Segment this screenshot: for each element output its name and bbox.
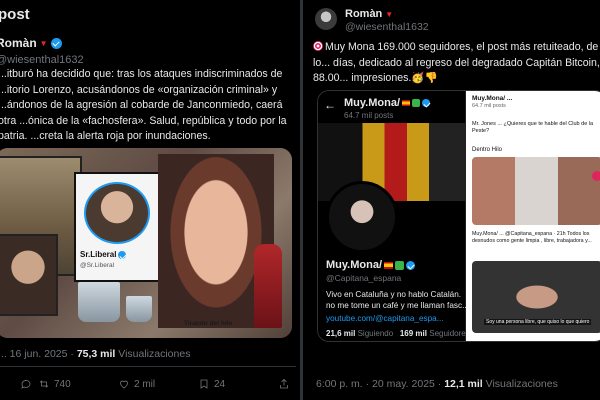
left-post: post Romàn ▼ @wiesenthal1632 ...itburó h… (0, 0, 300, 400)
heart-icon (592, 171, 600, 181)
profile-avatar (326, 181, 398, 253)
portrait-thumbnail (0, 234, 58, 316)
bookmark-icon (200, 379, 208, 389)
profile-screenshot: ← Muy.Mona/ 64.7 mil posts Muy.Mona/ @Ca… (318, 91, 470, 341)
post-image[interactable]: ← Muy.Mona/ 64.7 mil posts Muy.Mona/ @Ca… (317, 90, 600, 342)
profile-card: Sr.Liberal @Sr.Liberal (74, 172, 160, 282)
author-name[interactable]: Romàn (345, 8, 382, 20)
views-count: 75,3 mil (76, 348, 116, 360)
profile-name: Muy.Mona/ (326, 259, 383, 271)
divider (0, 366, 296, 367)
verified-badge-icon (118, 250, 127, 259)
post-text: ...itburó ha decidido que: tras los ataq… (0, 68, 287, 143)
profile-header-name: Muy.Mona/ (344, 97, 401, 109)
heart-icon (120, 380, 128, 389)
profile-post-count: 64.7 mil posts (344, 111, 394, 120)
thread-header: Muy.Mona/ ... (472, 95, 513, 102)
profile-card-name: Sr.Liberal (80, 250, 117, 259)
verified-badge-icon (422, 99, 431, 107)
repost-icon (39, 380, 49, 388)
video-subtitle: Soy una persona libre, que quiso lo que … (484, 319, 592, 325)
profile-bio: Vivo en Cataluña y no hablo Catalán. no … (326, 290, 466, 310)
views-label: Visualizaciones (485, 378, 558, 390)
thread-subheader: 64.7 mil posts (472, 103, 506, 109)
thread-screenshot: Muy.Mona/ ... 64.7 mil posts Mr. Jones .… (466, 91, 600, 341)
profile-card-avatar (84, 182, 150, 244)
reply-button[interactable] (20, 378, 32, 390)
share-button[interactable] (278, 378, 290, 390)
like-button[interactable]: 2 mil (118, 378, 155, 390)
thread-reply: Muy.Mona/ ... @Capitana_espana · 21h Tod… (472, 231, 592, 244)
thread-label: Dentro Hilo (472, 147, 503, 153)
verified-badge-icon (50, 37, 62, 49)
reply-icon (21, 380, 31, 389)
author-handle[interactable]: @wiesenthal1632 (0, 54, 84, 66)
devil-figure-image (254, 244, 282, 328)
video-thumbnail (472, 157, 600, 225)
avatar[interactable] (315, 8, 337, 30)
page-title: post (0, 6, 30, 23)
thread-reply: Mr. Jones ... ¿Quieres que te hable del … (472, 121, 594, 134)
green-heart-icon (412, 99, 421, 107)
post-timestamp[interactable]: 6:00 p. m. · 20 may. 2025 · 12,1 mil Vis… (316, 378, 558, 390)
author-block[interactable]: Romàn ▼ @wiesenthal1632 (315, 8, 429, 33)
profile-stats: 21,6 mil Siguiendo 169 mil Seguidores (326, 329, 470, 338)
back-arrow-icon: ← (324, 98, 336, 112)
right-post: Romàn ▼ @wiesenthal1632 Muy Mona 169.000… (303, 0, 600, 400)
image-caption: Tirando del hilo (184, 320, 233, 327)
red-triangle-icon: ▼ (39, 38, 48, 48)
spain-flag-icon (384, 261, 394, 269)
repost-button[interactable]: 740 (38, 378, 71, 390)
verified-badge-icon (406, 260, 416, 270)
green-heart-icon (395, 260, 405, 270)
post-text: Muy Mona 169.000 seguidores, el post más… (313, 41, 600, 85)
author-block[interactable]: Romàn ▼ @wiesenthal1632 (0, 34, 84, 66)
profile-link: youtube.com/@capitana_espa... (326, 314, 444, 323)
views-label: Visualizaciones (118, 348, 191, 360)
profile-card-handle: @Sr.Liberal (80, 262, 115, 269)
bookmark-count: 24 (214, 378, 226, 390)
post-timestamp[interactable]: ... 16 jun. 2025 · 75,3 mil Visualizacio… (0, 348, 190, 360)
spain-flag-icon (402, 100, 411, 106)
repost-count: 740 (54, 378, 71, 390)
post-image[interactable]: Sr.Liberal @Sr.Liberal Tirando del hilo (0, 148, 292, 338)
target-icon (313, 41, 323, 51)
views-count: 12,1 mil (444, 378, 483, 390)
share-icon (280, 378, 288, 389)
profile-handle: @Capitana_espana (326, 273, 402, 283)
author-handle[interactable]: @wiesenthal1632 (345, 21, 429, 33)
red-triangle-icon: ▼ (385, 9, 394, 19)
action-bar: 740 2 mil 24 (0, 378, 300, 392)
bookmark-button[interactable]: 24 (198, 378, 225, 390)
like-count: 2 mil (134, 378, 156, 390)
author-name[interactable]: Romàn (0, 36, 37, 50)
